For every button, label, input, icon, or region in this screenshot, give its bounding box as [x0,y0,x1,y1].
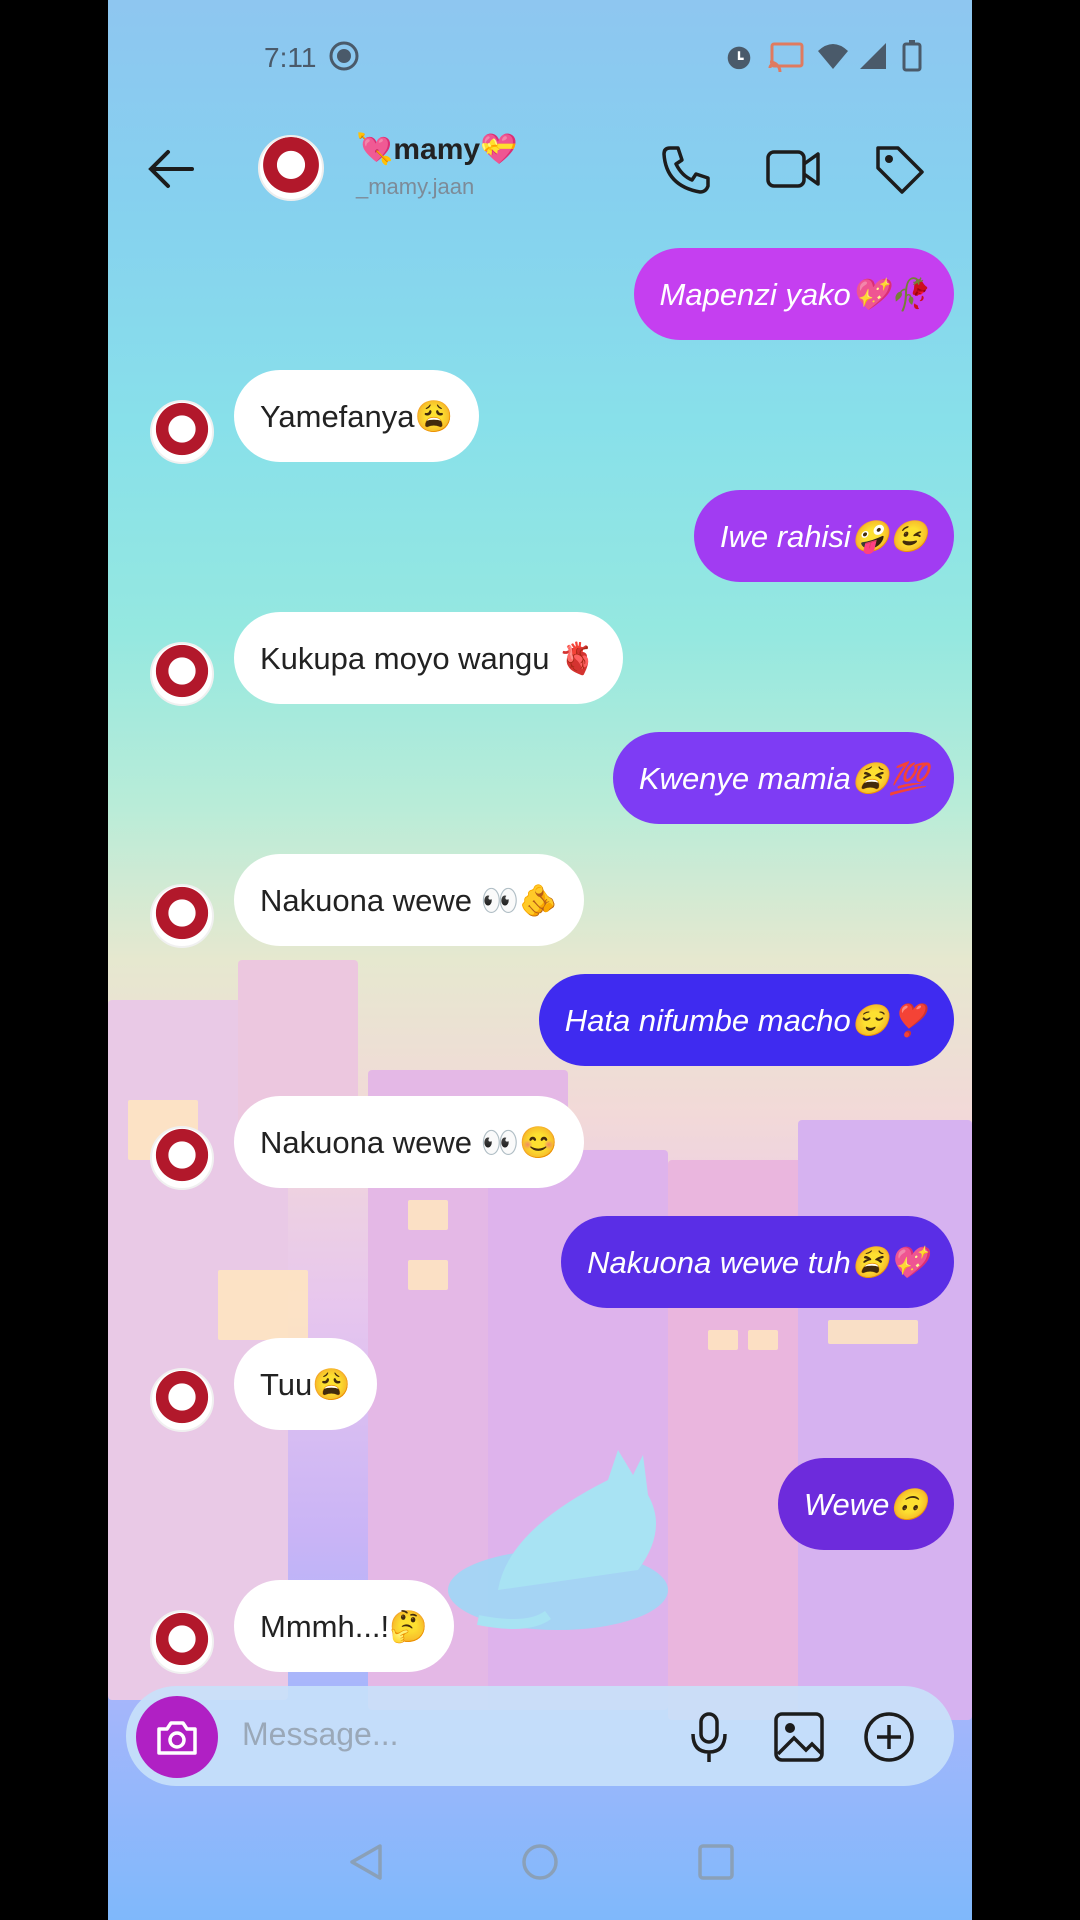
chat-screen: 7:11 💘mamy💝 _mamy.jaan Mapenzi yako💖🥀 Ya… [108,0,972,1920]
sender-avatar[interactable] [150,642,214,706]
message-composer: Message... [126,1686,954,1786]
sender-avatar[interactable] [150,884,214,948]
add-circle-icon[interactable] [862,1710,916,1764]
contact-username[interactable]: _mamy.jaan [356,174,474,200]
contact-avatar[interactable] [258,135,324,201]
message-text: Nakuona wewe tuh😫💖 [587,1244,928,1280]
cat-illustration [448,1450,668,1630]
sender-avatar[interactable] [150,400,214,464]
message-text: Hata nifumbe macho😌❣️ [564,1002,928,1038]
tag-icon[interactable] [870,140,928,198]
nav-back-icon[interactable] [344,1840,388,1884]
message-bubble-outgoing[interactable]: Mapenzi yako💖🥀 [633,248,954,340]
recording-icon [329,41,359,71]
cast-icon [768,42,804,72]
microphone-icon[interactable] [682,1710,736,1764]
nav-recents-icon[interactable] [694,1840,738,1884]
message-bubble-incoming[interactable]: Kukupa moyo wangu 🫀 [234,612,623,704]
message-text: Nakuona wewe 👀😊 [260,1124,558,1160]
back-arrow-icon[interactable] [142,140,200,198]
message-text: Nakuona wewe 👀🫵 [260,882,558,918]
message-text: Kwenye mamia😫💯 [638,760,928,796]
message-bubble-outgoing[interactable]: Kwenye mamia😫💯 [612,732,954,824]
chat-header: 💘mamy💝 _mamy.jaan [108,110,972,220]
message-bubble-outgoing[interactable]: Nakuona wewe tuh😫💖 [561,1216,954,1308]
message-text: Wewe🙃 [803,1486,928,1522]
camera-button[interactable] [136,1696,218,1778]
message-text: Tuu😩 [260,1366,351,1402]
contact-name[interactable]: 💘mamy💝 [356,132,517,167]
message-bubble-incoming[interactable]: Nakuona wewe 👀🫵 [234,854,584,946]
message-text: Yamefanya😩 [260,398,454,434]
message-bubble-outgoing[interactable]: Iwe rahisi🤪😉 [693,490,954,582]
alarm-icon [727,46,751,70]
wifi-icon [818,44,848,69]
video-call-icon[interactable] [764,140,822,198]
camera-icon [157,1721,197,1755]
phone-call-icon[interactable] [656,140,714,198]
nav-home-icon[interactable] [518,1840,562,1884]
gallery-icon[interactable] [772,1710,826,1764]
signal-icon [860,43,886,69]
message-input[interactable]: Message... [242,1716,399,1753]
message-bubble-incoming[interactable]: Yamefanya😩 [234,370,480,462]
message-text: Mmmh...!🤔 [260,1608,428,1644]
sender-avatar[interactable] [150,1368,214,1432]
message-bubble-incoming[interactable]: Nakuona wewe 👀😊 [234,1096,584,1188]
status-time: 7:11 [264,42,317,73]
message-bubble-outgoing[interactable]: Hata nifumbe macho😌❣️ [538,974,954,1066]
battery-icon [902,40,922,72]
message-text: Mapenzi yako💖🥀 [659,276,928,312]
status-bar: 7:11 [108,0,972,110]
message-bubble-incoming[interactable]: Tuu😩 [234,1338,377,1430]
message-bubble-outgoing[interactable]: Wewe🙃 [777,1458,954,1550]
message-text: Iwe rahisi🤪😉 [719,518,928,554]
sender-avatar[interactable] [150,1126,214,1190]
message-text: Kukupa moyo wangu 🫀 [260,640,597,676]
message-bubble-incoming[interactable]: Mmmh...!🤔 [234,1580,454,1672]
sender-avatar[interactable] [150,1610,214,1674]
